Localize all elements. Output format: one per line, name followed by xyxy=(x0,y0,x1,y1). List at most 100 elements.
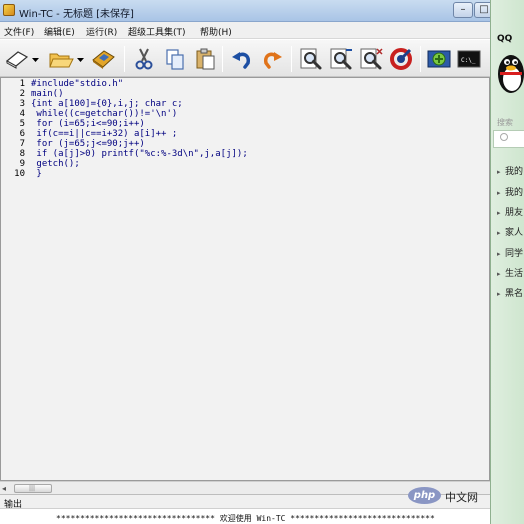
expand-arrow-icon: ▸ xyxy=(497,209,501,217)
scrollbar-grip-icon: ||| xyxy=(29,485,36,492)
paste-icon xyxy=(196,48,215,70)
compile-run-button[interactable] xyxy=(426,46,452,72)
undo-button[interactable] xyxy=(229,46,255,72)
blank-page-icon xyxy=(5,51,29,69)
line-number: 10 xyxy=(14,169,25,179)
code-line[interactable]: for (i=65;i<=90;i++) xyxy=(31,119,144,129)
expand-arrow-icon: ▸ xyxy=(497,189,501,197)
line-number-gutter: 1 2 3 4 5 6 7 8 9 10 xyxy=(1,78,28,480)
qq-group-item[interactable]: ▸ 生活 xyxy=(497,266,523,279)
toolbar-separator xyxy=(222,46,223,72)
qq-group-item[interactable]: ▸ 同学 xyxy=(497,246,523,259)
qq-group-item[interactable]: ▸ 家人 xyxy=(497,225,523,238)
site-watermark: php 中文网 xyxy=(408,486,520,506)
menu-bar: 文件(F) 编辑(E) 运行(R) 超级工具集(T) 帮助(H) xyxy=(0,22,490,39)
paste-button[interactable] xyxy=(192,46,218,72)
code-line[interactable]: while((c=getchar())!='\n') xyxy=(31,109,177,119)
new-file-button[interactable] xyxy=(4,46,30,72)
copy-icon xyxy=(166,49,184,70)
window-title: Win-TC - 无标题 [未保存] xyxy=(19,9,134,20)
minimize-button[interactable]: – xyxy=(453,2,473,18)
code-line[interactable]: #include"stdio.h" xyxy=(31,79,123,89)
toolbar-separator xyxy=(420,46,421,72)
refresh-button[interactable] xyxy=(388,46,414,72)
scissors-icon xyxy=(135,48,153,70)
save-disk-icon xyxy=(92,50,115,69)
magnifier-next-icon xyxy=(330,48,352,70)
refresh-icon xyxy=(390,48,412,70)
new-dropdown-arrow-icon[interactable] xyxy=(32,56,39,62)
output-panel[interactable]: ********************************* 欢迎使用 W… xyxy=(0,508,490,524)
redo-button[interactable] xyxy=(259,46,285,72)
code-line[interactable]: } xyxy=(31,169,41,179)
replace-button[interactable] xyxy=(358,46,384,72)
folder-icon xyxy=(49,53,74,68)
penguin-icon xyxy=(498,55,524,93)
search-icon xyxy=(500,133,508,141)
code-line[interactable]: for (j=65;j<=90;j++) xyxy=(31,139,144,149)
qq-penguin-avatar[interactable] xyxy=(495,48,524,96)
console-button[interactable]: C:\_ xyxy=(456,46,482,72)
toolbar: C:\_ xyxy=(0,40,490,77)
find-button[interactable] xyxy=(298,46,324,72)
qq-group-item[interactable]: ▸ 朋友 xyxy=(497,205,523,218)
qq-search-input[interactable] xyxy=(493,130,524,148)
code-editor[interactable]: 1 2 3 4 5 6 7 8 9 10 #include"stdio.h" m… xyxy=(0,77,490,481)
code-line[interactable]: main() xyxy=(31,89,64,99)
open-dropdown-arrow-icon[interactable] xyxy=(77,56,84,62)
toolbar-separator xyxy=(124,46,125,72)
undo-arrow-icon xyxy=(232,52,251,69)
menu-file[interactable]: 文件(F) xyxy=(4,25,34,38)
cut-button[interactable] xyxy=(131,46,157,72)
qq-title: QQ xyxy=(497,34,513,44)
expand-arrow-icon: ▸ xyxy=(497,229,501,237)
menu-run[interactable]: 运行(R) xyxy=(86,25,117,38)
qq-group-label: 生活 xyxy=(505,269,524,279)
qq-group-label: 家人 xyxy=(505,228,524,238)
magnifier-icon xyxy=(300,48,322,70)
code-text-area[interactable]: #include"stdio.h" main() {int a[100]={0}… xyxy=(31,78,489,480)
qq-group-label: 黑名 xyxy=(505,289,524,299)
qq-group-label: 同学 xyxy=(505,249,524,259)
qq-group-item[interactable]: ▸ 我的 xyxy=(497,164,523,177)
menu-super-tools[interactable]: 超级工具集(T) xyxy=(128,25,186,38)
qq-group-label: 我的 xyxy=(505,167,524,177)
title-bar[interactable]: Win-TC - 无标题 [未保存] – □ xyxy=(0,0,494,22)
qq-group-item[interactable]: ▸ 黑名 xyxy=(497,286,523,299)
toolbar-separator xyxy=(291,46,292,72)
svg-text:C:\_: C:\_ xyxy=(461,57,476,64)
code-line[interactable]: if (a[j]>0) printf("%c:%-3d\n",j,a[j]); xyxy=(31,149,247,159)
expand-arrow-icon: ▸ xyxy=(497,270,501,278)
expand-arrow-icon: ▸ xyxy=(497,250,501,258)
qq-group-label: 我的 xyxy=(505,188,524,198)
copy-button[interactable] xyxy=(162,46,188,72)
magnifier-replace-icon xyxy=(360,48,383,70)
line-number: 6 xyxy=(19,129,25,139)
wintc-app-icon xyxy=(3,4,15,16)
line-number: 5 xyxy=(19,119,25,129)
line-number: 7 xyxy=(19,139,25,149)
scroll-left-arrow-icon[interactable]: ◂ xyxy=(2,484,11,493)
line-number: 1 xyxy=(19,79,25,89)
save-button[interactable] xyxy=(90,46,116,72)
php-logo: php xyxy=(408,487,441,504)
open-file-button[interactable] xyxy=(48,46,74,72)
code-line[interactable]: {int a[100]={0},i,j; char c; xyxy=(31,99,183,109)
expand-arrow-icon: ▸ xyxy=(497,168,501,176)
watermark-text: 中文网 xyxy=(445,491,478,504)
qq-search-label: 搜索 xyxy=(497,118,513,127)
line-number: 3 xyxy=(19,99,25,109)
output-welcome-message: ********************************* 欢迎使用 W… xyxy=(56,514,435,523)
find-next-button[interactable] xyxy=(328,46,354,72)
scrollbar-thumb[interactable]: ||| xyxy=(14,484,52,493)
code-line[interactable]: if(c==i||c==i+32) a[i]++ ; xyxy=(31,129,177,139)
line-number: 8 xyxy=(19,149,25,159)
code-line[interactable]: getch(); xyxy=(31,159,79,169)
redo-arrow-icon xyxy=(263,52,282,69)
qq-group-item[interactable]: ▸ 我的 xyxy=(497,185,523,198)
qq-group-label: 朋友 xyxy=(505,208,524,218)
console-icon: C:\_ xyxy=(457,50,481,68)
expand-arrow-icon: ▸ xyxy=(497,290,501,298)
menu-help[interactable]: 帮助(H) xyxy=(200,25,232,38)
menu-edit[interactable]: 编辑(E) xyxy=(44,25,75,38)
